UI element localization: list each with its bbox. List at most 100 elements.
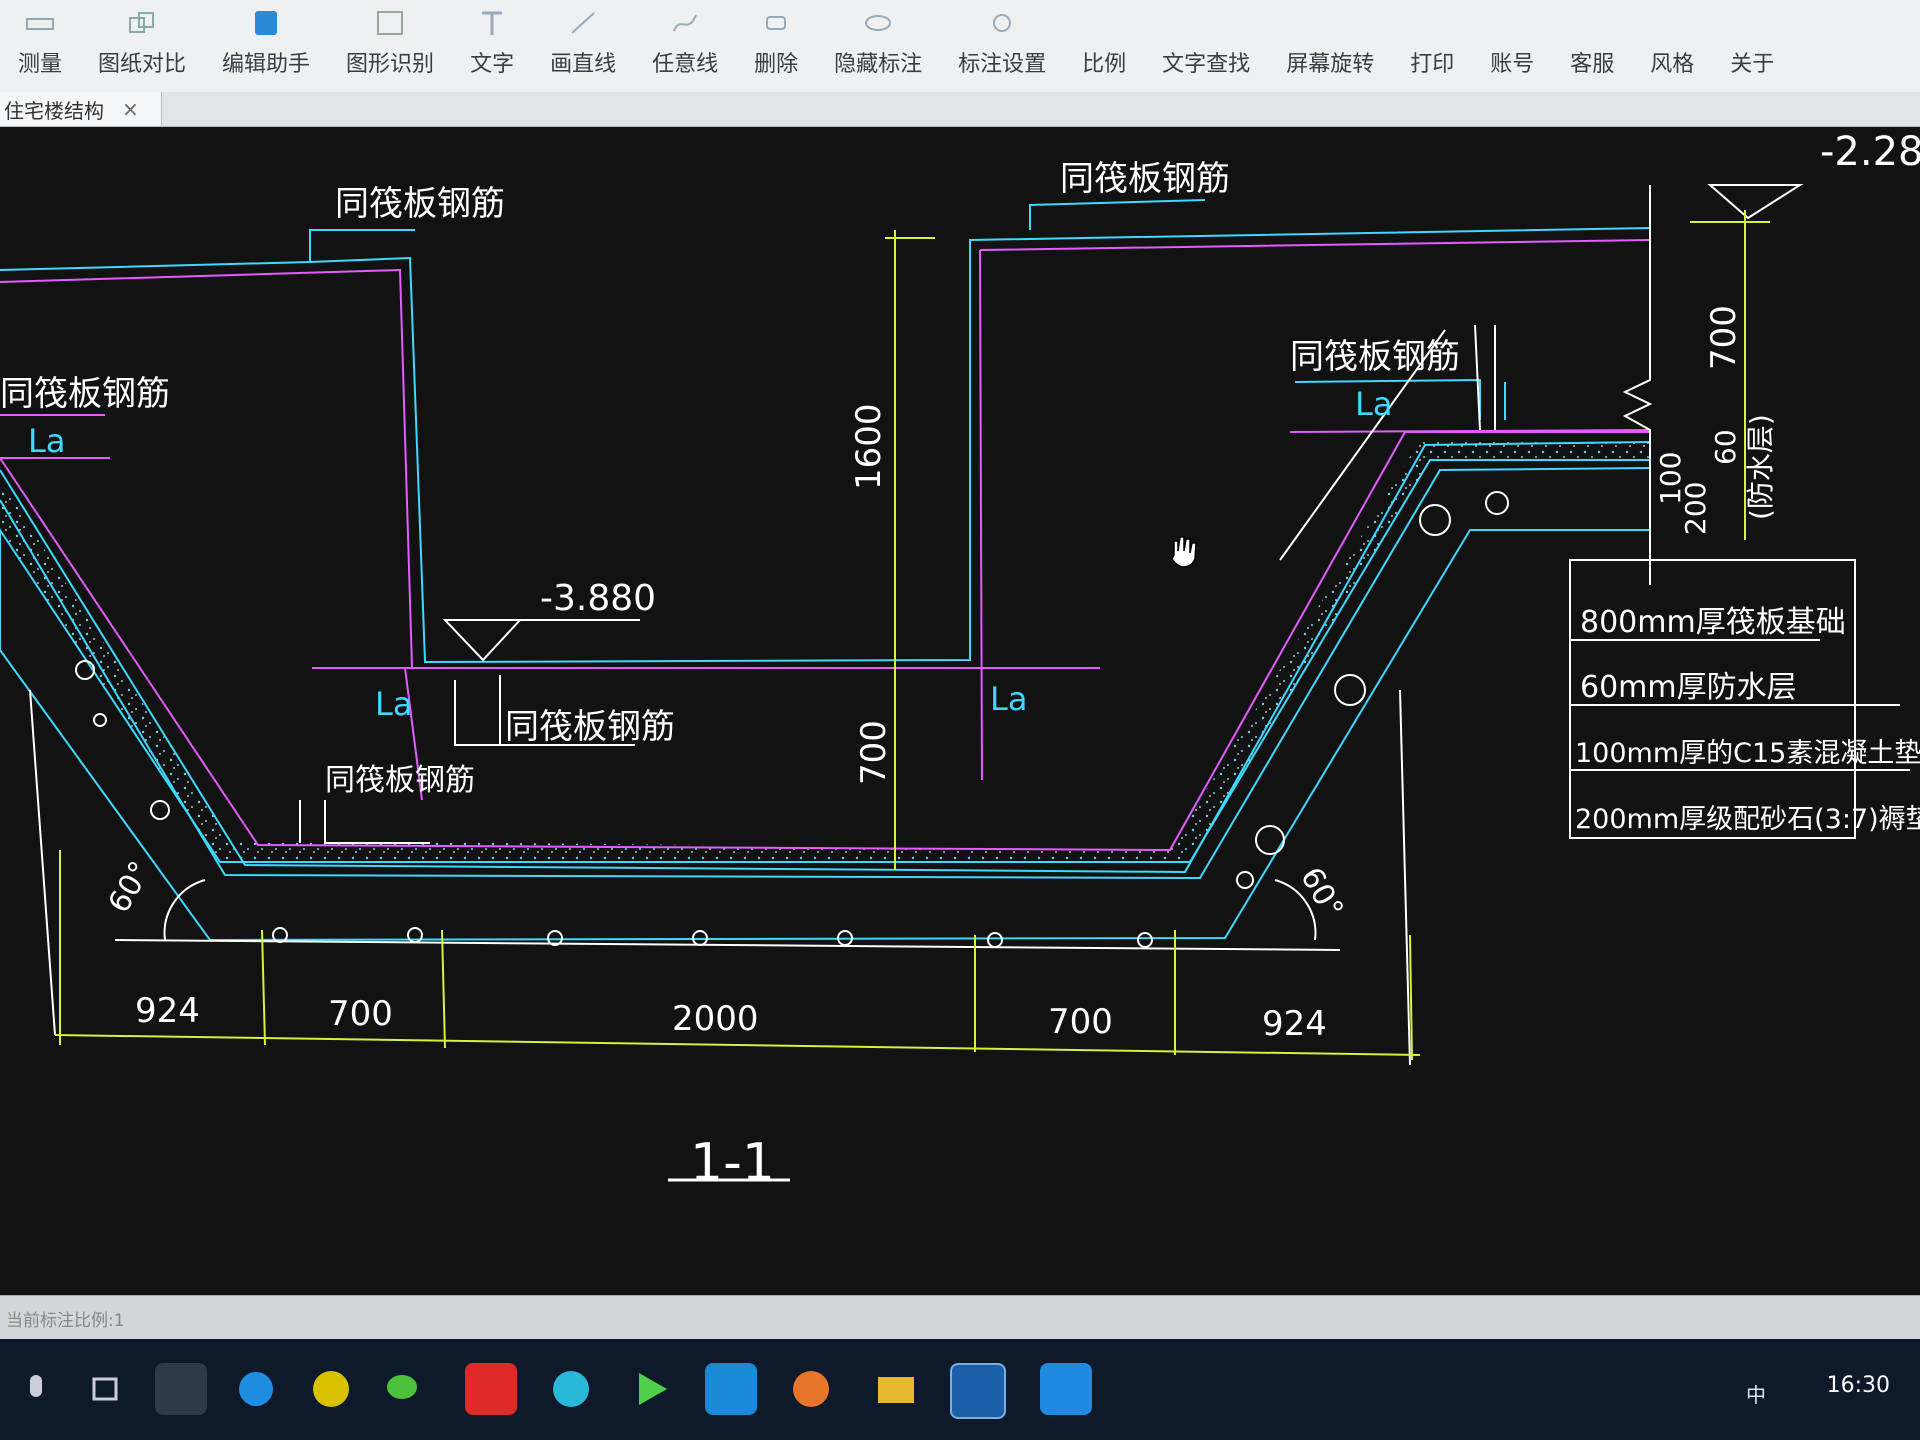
edge-icon[interactable] [230, 1363, 282, 1415]
la-label-1: La [28, 422, 65, 460]
tool-screen-rotate[interactable]: 屏幕旋转 [1268, 0, 1392, 92]
edit-icon [249, 8, 283, 38]
compare-icon [125, 8, 159, 38]
document-tab[interactable]: 住宅楼结构 × [0, 92, 162, 126]
close-icon[interactable]: × [122, 97, 139, 121]
bottom-dim-5: 924 [1262, 1004, 1327, 1044]
dim-200: 200 [1679, 482, 1712, 535]
tool-account[interactable]: 账号 [1472, 0, 1552, 92]
style-icon [1655, 8, 1689, 38]
task-view-icon[interactable] [80, 1363, 132, 1415]
tool-label: 任意线 [652, 52, 719, 77]
freehand-icon [668, 8, 702, 38]
tool-label: 账号 [1490, 52, 1535, 77]
tool-service[interactable]: 客服 [1552, 0, 1632, 92]
rebar-label-5: 同筏板钢筋 [505, 707, 675, 747]
tool-compare[interactable]: 图纸对比 [80, 0, 204, 92]
text-app-icon[interactable] [1040, 1363, 1092, 1415]
youdao-icon[interactable] [465, 1363, 517, 1415]
folder-icon[interactable] [870, 1363, 922, 1415]
settings-icon [985, 8, 1019, 38]
tool-label: 屏幕旋转 [1286, 52, 1375, 77]
tool-label: 编辑助手 [222, 52, 311, 77]
tool-delete[interactable]: 删除 [736, 0, 816, 92]
tool-label: 比例 [1082, 52, 1127, 77]
document-tabbar: 住宅楼结构 × [0, 92, 1920, 127]
rebar-label-4: 同筏板钢筋 [0, 374, 170, 414]
tool-text-search[interactable]: 文字查找 [1144, 0, 1268, 92]
dim-60: 60 [1709, 429, 1742, 465]
main-toolbar: 测量 图纸对比 编辑助手 图形识别 文字 画直线 任意线 删除 隐藏标注 标注设… [0, 0, 1920, 93]
player-icon[interactable] [545, 1363, 597, 1415]
bottom-dim-4: 700 [1048, 1002, 1113, 1042]
rotate-icon [1313, 8, 1347, 38]
tool-image-recognition[interactable]: 图形识别 [328, 0, 452, 92]
eraser-icon [759, 8, 793, 38]
system-tray-ime[interactable]: 中 [1746, 1379, 1780, 1408]
info-icon [1735, 8, 1769, 38]
rebar-label-6: 同筏板钢筋 [325, 763, 475, 798]
taskbar-clock[interactable]: 16:30 [1827, 1373, 1890, 1398]
scale-icon [1087, 8, 1121, 38]
legend-line-3: 100mm厚的C15素混凝土垫层 [1575, 738, 1920, 769]
ruler-icon [23, 8, 57, 38]
section-title: 1-1 [690, 1133, 775, 1193]
tool-hide-annotation[interactable]: 隐藏标注 [816, 0, 940, 92]
tool-edit-assistant[interactable]: 编辑助手 [204, 0, 328, 92]
dim-700-vertical: 700 [854, 720, 894, 785]
tool-label: 图纸对比 [98, 52, 187, 77]
tool-label: 打印 [1410, 52, 1455, 77]
tool-label: 画直线 [550, 52, 617, 77]
media-icon[interactable] [305, 1363, 357, 1415]
tool-text[interactable]: 文字 [452, 0, 532, 92]
dim-1600: 1600 [849, 403, 889, 490]
assistant-icon[interactable] [705, 1363, 757, 1415]
tool-label: 文字查找 [1162, 52, 1251, 77]
tool-style[interactable]: 风格 [1632, 0, 1712, 92]
music-icon[interactable] [785, 1363, 837, 1415]
tool-label: 关于 [1730, 52, 1775, 77]
cad-icon[interactable] [950, 1363, 1006, 1419]
tool-freehand[interactable]: 任意线 [634, 0, 736, 92]
status-text: 当前标注比例:1 [6, 1311, 125, 1331]
tool-scale[interactable]: 比例 [1064, 0, 1144, 92]
tool-print[interactable]: 打印 [1392, 0, 1472, 92]
tool-label: 标注设置 [958, 52, 1047, 77]
image-icon [373, 8, 407, 38]
la-label-3: La [990, 680, 1027, 718]
tool-about[interactable]: 关于 [1712, 0, 1792, 92]
rebar-label-1: 同筏板钢筋 [335, 184, 505, 224]
rebar-label-3: 同筏板钢筋 [1290, 337, 1460, 377]
tool-measure[interactable]: 测量 [0, 0, 80, 92]
user-icon [1495, 8, 1529, 38]
tool-label: 删除 [754, 52, 799, 77]
drawing-canvas[interactable]: 同筏板钢筋 同筏板钢筋 同筏板钢筋 同筏板钢筋 同筏板钢筋 同筏板钢筋 -2.2… [0, 127, 1920, 1295]
hand-cursor-icon [1171, 536, 1197, 568]
legend-line-2: 60mm厚防水层 [1580, 670, 1797, 705]
mic-icon[interactable] [10, 1363, 62, 1415]
tool-annotation-settings[interactable]: 标注设置 [940, 0, 1064, 92]
search-icon [1189, 8, 1223, 38]
line-icon [566, 8, 600, 38]
windows-taskbar: 中 16:30 [0, 1339, 1920, 1440]
video-icon[interactable] [625, 1363, 677, 1415]
tool-label: 客服 [1570, 52, 1615, 77]
browser-icon[interactable] [155, 1363, 207, 1415]
tool-label: 图形识别 [346, 52, 435, 77]
cad-drawing: 同筏板钢筋 同筏板钢筋 同筏板钢筋 同筏板钢筋 同筏板钢筋 同筏板钢筋 -2.2… [0, 129, 1920, 1193]
la-label-4: La [1355, 385, 1392, 423]
angle-right: 60° [1293, 862, 1350, 926]
legend-line-1: 800mm厚筏板基础 [1580, 605, 1846, 640]
tool-line[interactable]: 画直线 [532, 0, 634, 92]
text-icon [475, 8, 509, 38]
angle-left: 60° [102, 855, 159, 919]
print-icon [1415, 8, 1449, 38]
elevation-mid: -3.880 [540, 578, 656, 619]
service-icon [1575, 8, 1609, 38]
tool-label: 测量 [18, 52, 63, 77]
legend-line-4: 200mm厚级配砂石(3:7)褥垫层 [1575, 804, 1920, 835]
elevation-top: -2.280 [1820, 129, 1920, 175]
tool-label: 隐藏标注 [834, 52, 923, 77]
hide-icon [861, 8, 895, 38]
wechat-icon[interactable] [380, 1363, 432, 1415]
